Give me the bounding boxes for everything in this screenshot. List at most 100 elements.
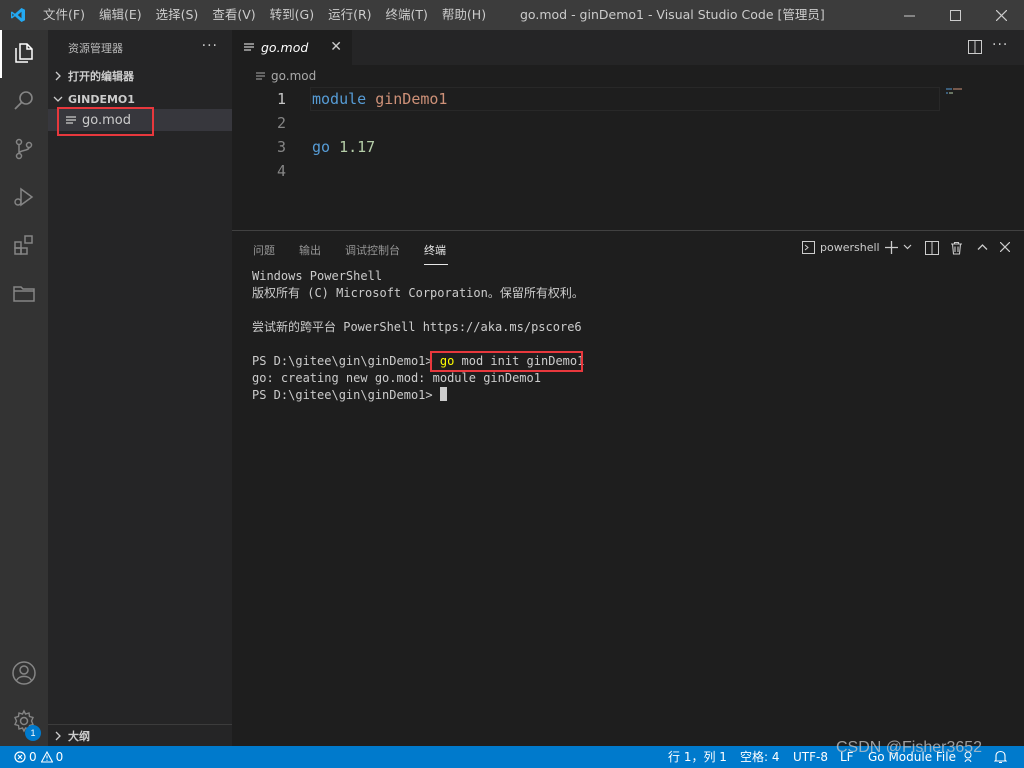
new-terminal-icon[interactable] bbox=[884, 240, 899, 255]
chevron-right-icon bbox=[48, 731, 68, 741]
terminal-icon bbox=[802, 241, 815, 254]
menu-file[interactable]: 文件(F) bbox=[36, 0, 92, 30]
account-icon bbox=[11, 660, 37, 689]
terminal-line: 尝试新的跨平台 PowerShell https://aka.ms/pscore… bbox=[252, 320, 582, 334]
line-number: 2 bbox=[276, 114, 286, 132]
files-icon bbox=[12, 41, 36, 68]
bottom-panel: 问题 输出 调试控制台 终端 powershell Windows PowerS… bbox=[232, 230, 1024, 746]
terminal-line: 版权所有 (C) Microsoft Corporation。保留所有权利。 bbox=[252, 286, 584, 300]
highlight-box bbox=[57, 107, 154, 136]
folder-label: GINDEMO1 bbox=[68, 92, 135, 106]
open-editors-section[interactable]: 打开的编辑器 bbox=[48, 65, 232, 87]
split-terminal-icon[interactable] bbox=[925, 241, 939, 255]
keyword: go bbox=[312, 138, 331, 156]
breadcrumb-file[interactable]: go.mod bbox=[271, 69, 316, 83]
maximize-button[interactable] bbox=[932, 0, 978, 30]
minimap[interactable] bbox=[944, 87, 1004, 230]
code-line: 4 bbox=[232, 159, 1024, 183]
indentation[interactable]: 空格: 4 bbox=[740, 746, 780, 768]
menu-terminal[interactable]: 终端(T) bbox=[379, 0, 435, 30]
warning-icon bbox=[40, 751, 53, 763]
settings-badge: 1 bbox=[25, 725, 41, 741]
run-debug-activity[interactable] bbox=[0, 174, 48, 222]
activity-bar: 1 bbox=[0, 30, 48, 746]
minimize-button[interactable] bbox=[886, 0, 932, 30]
tab-debug-console[interactable]: 调试控制台 bbox=[345, 242, 400, 258]
extensions-activity[interactable] bbox=[0, 222, 48, 270]
manage-activity[interactable]: 1 bbox=[0, 698, 48, 746]
code-line: 1 module ginDemo1 bbox=[232, 87, 1024, 111]
outline-label: 大纲 bbox=[68, 729, 90, 743]
open-editors-label: 打开的编辑器 bbox=[68, 70, 134, 83]
terminal-line: go: creating new go.mod: module ginDemo1 bbox=[252, 371, 541, 385]
tab-output[interactable]: 输出 bbox=[299, 242, 321, 258]
file-lines-icon bbox=[256, 71, 266, 81]
menu-view[interactable]: 查看(V) bbox=[205, 0, 262, 30]
tab-label: go.mod bbox=[261, 40, 309, 55]
remote-explorer-activity[interactable] bbox=[0, 270, 48, 318]
warning-count: 0 bbox=[55, 750, 64, 764]
line-number: 4 bbox=[276, 162, 286, 180]
chevron-right-icon bbox=[48, 71, 68, 81]
code-line: 2 bbox=[232, 111, 1024, 135]
menu-edit[interactable]: 编辑(E) bbox=[92, 0, 149, 30]
explorer-activity[interactable] bbox=[0, 30, 48, 78]
line-number: 3 bbox=[276, 138, 286, 156]
split-editor-icon[interactable] bbox=[968, 40, 982, 57]
file-lines-icon bbox=[244, 42, 255, 53]
breadcrumb: go.mod bbox=[232, 65, 1024, 87]
menu-go[interactable]: 转到(G) bbox=[263, 0, 321, 30]
vscode-logo-icon bbox=[0, 0, 36, 30]
menu-run[interactable]: 运行(R) bbox=[321, 0, 378, 30]
terminal-cursor bbox=[439, 387, 447, 401]
source-control-icon bbox=[12, 137, 36, 164]
error-icon bbox=[14, 751, 26, 763]
source-control-activity[interactable] bbox=[0, 126, 48, 174]
terminal-command-line: PS D:\gitee\gin\ginDemo1> go mod init gi… bbox=[252, 353, 1012, 370]
explorer-sidebar: 资源管理器 ··· 打开的编辑器 GINDEMO1 go.mod 大纲 bbox=[48, 30, 232, 746]
outline-section[interactable]: 大纲 bbox=[48, 724, 232, 746]
chevron-up-icon[interactable] bbox=[977, 243, 988, 251]
encoding[interactable]: UTF-8 bbox=[793, 746, 828, 768]
go-version: 1.17 bbox=[339, 138, 376, 156]
terminal-line: Windows PowerShell bbox=[252, 269, 383, 283]
code-line: 3 go 1.17 bbox=[232, 135, 1024, 159]
editor-more-icon[interactable]: ··· bbox=[992, 37, 1008, 53]
terminal-prompt: PS D:\gitee\gin\ginDemo1> bbox=[252, 388, 433, 402]
close-icon[interactable]: ✕ bbox=[330, 39, 342, 55]
terminal-prompt-line: PS D:\gitee\gin\ginDemo1> bbox=[252, 387, 1012, 404]
chevron-down-icon[interactable] bbox=[903, 243, 912, 251]
notifications-bell-icon[interactable] bbox=[994, 746, 1007, 768]
run-debug-icon bbox=[12, 185, 36, 212]
panel-tab-bar: 问题 输出 调试控制台 终端 powershell bbox=[232, 231, 1024, 267]
code-editor[interactable]: 1 module ginDemo1 2 3 go 1.17 4 bbox=[232, 87, 1024, 230]
accounts-activity[interactable] bbox=[0, 650, 48, 698]
problems-status[interactable]: 0 0 bbox=[14, 746, 63, 768]
more-actions-button[interactable]: ··· bbox=[202, 38, 218, 54]
close-panel-icon[interactable] bbox=[1000, 242, 1010, 252]
line-number: 1 bbox=[276, 90, 286, 108]
keyword: module bbox=[312, 90, 367, 108]
terminal-name: powershell bbox=[820, 241, 880, 254]
search-icon bbox=[12, 89, 36, 116]
highlight-box bbox=[430, 351, 583, 372]
window-title: go.mod - ginDemo1 - Visual Studio Code [… bbox=[520, 7, 825, 22]
terminal-output[interactable]: Windows PowerShell 版权所有 (C) Microsoft Co… bbox=[252, 268, 1012, 404]
tab-go-mod[interactable]: go.mod ✕ bbox=[232, 30, 352, 65]
extensions-icon bbox=[12, 233, 36, 260]
menu-help[interactable]: 帮助(H) bbox=[435, 0, 493, 30]
close-window-button[interactable] bbox=[978, 0, 1024, 30]
editor-tab-bar: go.mod ✕ ··· bbox=[232, 30, 1024, 65]
cursor-position[interactable]: 行 1，列 1 bbox=[668, 746, 727, 768]
watermark: CSDN @Fisher3652 bbox=[836, 739, 983, 756]
menu-selection[interactable]: 选择(S) bbox=[149, 0, 206, 30]
module-name: ginDemo1 bbox=[375, 90, 448, 108]
tab-terminal[interactable]: 终端 bbox=[424, 242, 446, 258]
error-count: 0 bbox=[29, 750, 37, 764]
tab-problems[interactable]: 问题 bbox=[253, 242, 275, 258]
trash-icon[interactable] bbox=[950, 241, 963, 255]
search-activity[interactable] bbox=[0, 78, 48, 126]
terminal-selector[interactable]: powershell bbox=[802, 241, 880, 254]
